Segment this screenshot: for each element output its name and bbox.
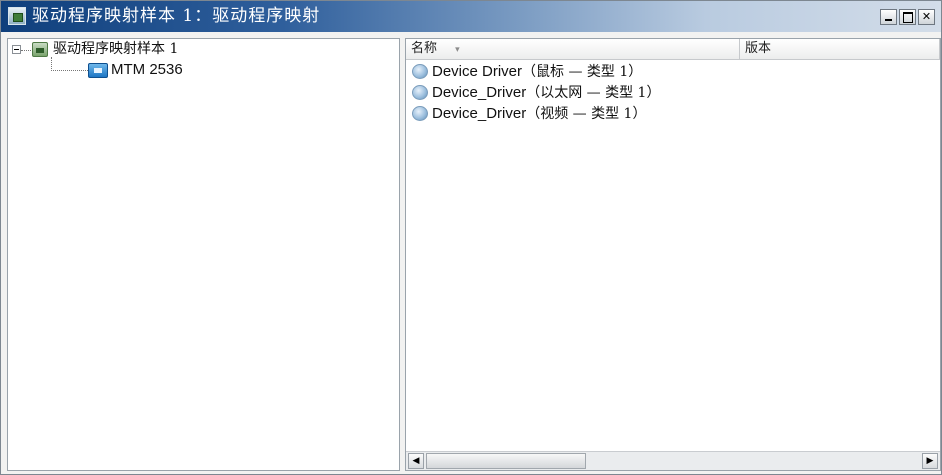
driver-list-pane: 名称 ▾ 版本 Device Driver（鼠标 — 类型 1） Device_… [405,38,941,471]
tree-connector [51,70,88,71]
list-item[interactable]: Device_Driver（以太网 — 类型 1） [406,82,940,103]
horizontal-scrollbar[interactable]: ◀ ▶ [406,451,940,470]
driver-name: Device_Driver [432,84,527,101]
column-header-version-label: 版本 [745,41,772,56]
device-driver-icon [412,85,428,100]
tree-node-mtm-label[interactable]: MTM 2536 [111,61,183,79]
list-item[interactable]: Device_Driver（视频 — 类型 1） [406,103,940,124]
app-icon [8,7,26,25]
column-header-name-label: 名称 [411,41,438,56]
machine-type-icon [88,63,108,78]
window-title: 驱动程序映射样本 1：驱动程序映射 [32,6,321,26]
tree-node-root-label[interactable]: 驱动程序映射样本 1 [53,41,178,58]
minimize-button[interactable] [880,9,897,25]
device-driver-icon [412,106,428,121]
column-header-name[interactable]: 名称 ▾ [406,39,740,59]
tree-connector [51,57,52,71]
tree-pane: 驱动程序映射样本 1 MTM 2536 [7,38,400,471]
collapse-toggle-icon[interactable] [12,45,21,54]
driver-map-icon [32,42,48,57]
column-header-version[interactable]: 版本 [740,39,940,59]
list-header: 名称 ▾ 版本 [406,39,940,60]
driver-description: （视频 — 类型 1） [526,106,647,122]
driver-name: Device_Driver [432,105,527,122]
maximize-button[interactable] [899,9,916,25]
scroll-right-icon[interactable]: ▶ [922,453,938,469]
list-item-label: Device Driver（鼠标 — 类型 1） [432,62,642,82]
device-driver-icon [412,64,428,79]
title-bar[interactable]: 驱动程序映射样本 1：驱动程序映射 ✕ [1,1,941,32]
scrollbar-thumb[interactable] [426,453,586,469]
driver-name: Device Driver [432,63,523,80]
driver-description: （以太网 — 类型 1） [526,85,661,101]
list-item-label: Device_Driver（视频 — 类型 1） [432,104,646,124]
close-button[interactable]: ✕ [918,9,935,25]
list-item[interactable]: Device Driver（鼠标 — 类型 1） [406,61,940,82]
driver-map-window: 驱动程序映射样本 1：驱动程序映射 ✕ 驱动程序映射样本 1 MTM 2536 … [0,0,942,475]
scroll-left-icon[interactable]: ◀ [408,453,424,469]
sort-icon: ▾ [455,45,460,55]
list-item-label: Device_Driver（以太网 — 类型 1） [432,83,660,103]
driver-description: （鼠标 — 类型 1） [522,64,643,80]
